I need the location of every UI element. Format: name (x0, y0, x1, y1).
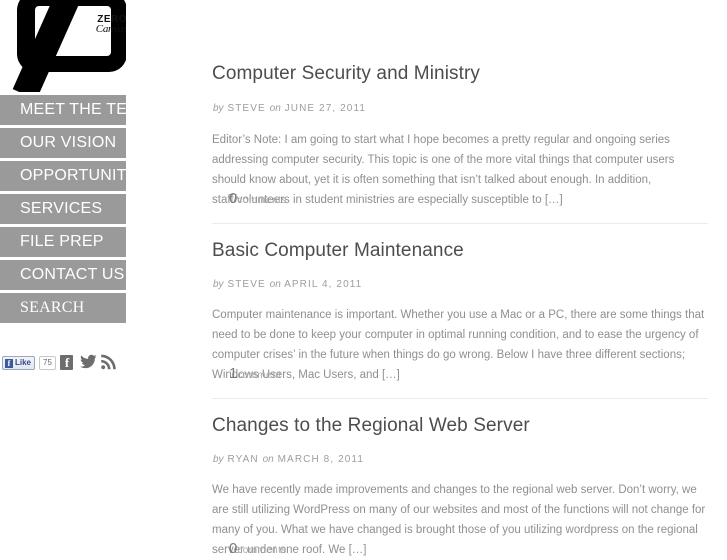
twitter-icon[interactable] (80, 354, 97, 375)
primary-navigation: MEET THE TEAM OUR VISION OPPORTUNITIES S… (0, 95, 126, 326)
post-by-word: by (213, 454, 224, 465)
post-date: APRIL 4, 2011 (284, 279, 363, 290)
facebook-like-label: Like (15, 358, 32, 367)
nav-item-meet-the-team[interactable]: MEET THE TEAM (0, 95, 126, 125)
facebook-like-button[interactable]: f Like (2, 356, 36, 370)
post-author[interactable]: STEVE (227, 103, 265, 114)
post-by-word: by (213, 103, 224, 114)
post-author[interactable]: RYAN (227, 454, 258, 465)
post-on-word: on (262, 454, 274, 465)
site-logo[interactable]: ZERO Canvas (0, 0, 126, 92)
post-divider (212, 223, 708, 224)
nav-item-services[interactable]: SERVICES (0, 194, 126, 224)
post-date: JUNE 27, 2011 (284, 103, 367, 114)
social-bar: f Like 75 (2, 354, 126, 376)
post-date: MARCH 8, 2011 (277, 454, 364, 465)
nav-item-contact-us[interactable]: CONTACT US (0, 260, 126, 290)
post-meta: by STEVE on APRIL 4, 2011 (213, 279, 362, 290)
comment-count-number: 0 (229, 540, 238, 557)
post-meta: by STEVE on JUNE 27, 2011 (213, 103, 366, 114)
post-title-link[interactable]: Computer Security and Ministry (212, 63, 708, 85)
post-title-link[interactable]: Changes to the Regional Web Server (212, 415, 708, 437)
post-on-word: on (269, 279, 281, 290)
post-by-word: by (213, 279, 224, 290)
post-divider (212, 398, 708, 399)
comment-count-label: comments (237, 195, 287, 206)
post-on-word: on (269, 103, 281, 114)
post-title-link[interactable]: Basic Computer Maintenance (212, 240, 708, 262)
post-comment-count[interactable]: 0comments (229, 190, 287, 208)
facebook-icon[interactable] (60, 355, 73, 370)
sidebar: ZERO Canvas MEET THE TEAM OUR VISION OPP… (0, 0, 126, 545)
post-comment-count[interactable]: 1comment (229, 365, 281, 383)
comment-count-label: comments (237, 545, 287, 556)
post-excerpt: Computer maintenance is important. Wheth… (212, 309, 705, 381)
facebook-f-icon: f (5, 358, 13, 368)
post-meta: by RYAN on MARCH 8, 2011 (213, 454, 364, 465)
nav-item-file-prep[interactable]: FILE PREP (0, 227, 126, 257)
facebook-like-widget[interactable]: f Like 75 (2, 356, 56, 370)
nav-item-our-vision[interactable]: OUR VISION (0, 128, 126, 158)
post-comment-count[interactable]: 0comments (229, 540, 287, 558)
comment-count-label: comment (237, 370, 282, 381)
rss-icon[interactable] (101, 354, 117, 375)
nav-item-search[interactable]: SEARCH (0, 293, 126, 323)
nav-item-opportunities[interactable]: OPPORTUNITIES (0, 161, 126, 191)
facebook-like-count: 75 (39, 356, 56, 370)
post-author[interactable]: STEVE (227, 279, 265, 290)
